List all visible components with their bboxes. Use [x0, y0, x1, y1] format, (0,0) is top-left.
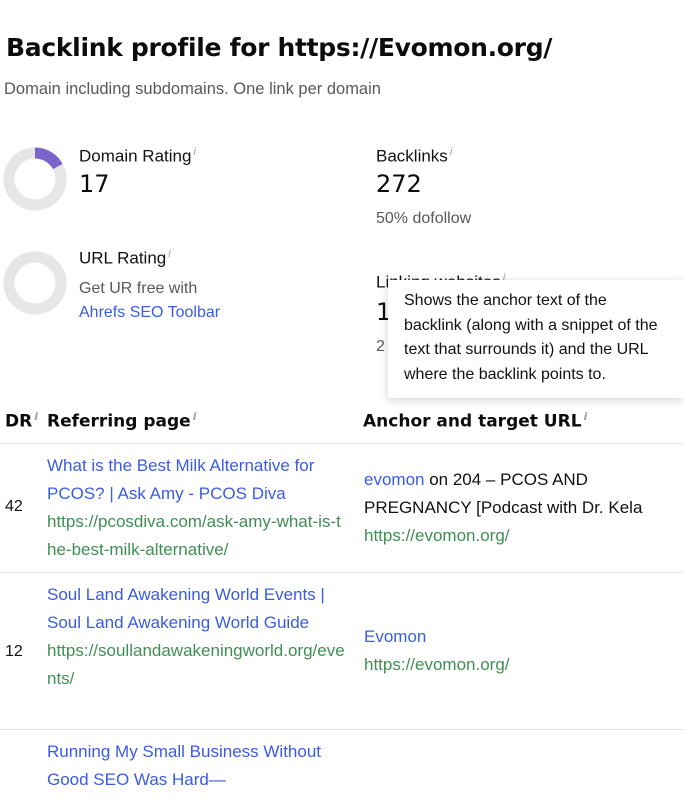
- anchor-cell: evomon on 204 – PCOS AND PREGNANCY [Podc…: [364, 466, 682, 550]
- referring-page-title[interactable]: Soul Land Awakening World Events | Soul …: [47, 581, 347, 637]
- domain-rating-value: 17: [79, 170, 110, 198]
- anchor-tooltip: Shows the anchor text of the backlink (a…: [388, 280, 684, 398]
- backlinks-dofollow: 50% dofollow: [376, 210, 472, 227]
- column-header-referring-page[interactable]: Referring page i: [47, 410, 196, 432]
- backlinks-value: 272: [376, 170, 422, 198]
- column-header-anchor-label: Anchor and target URL: [363, 411, 582, 432]
- referring-page-title[interactable]: What is the Best Milk Alternative for PC…: [47, 452, 347, 508]
- divider: [0, 443, 684, 444]
- info-icon[interactable]: i: [168, 248, 170, 260]
- linking-websites-sub: 2: [376, 338, 385, 355]
- domain-rating-block: Domain Rating i: [79, 146, 196, 166]
- info-icon[interactable]: i: [193, 410, 197, 423]
- url-rating-label: URL Rating: [79, 248, 167, 268]
- gauge-fill: [34, 147, 63, 170]
- divider: [0, 729, 684, 730]
- row-dr: 12: [5, 643, 23, 660]
- row-dr: 42: [5, 498, 23, 515]
- page-subtitle: Domain including subdomains. One link pe…: [4, 80, 381, 98]
- referring-page-title[interactable]: Running My Small Business Without Good S…: [47, 738, 347, 794]
- info-icon[interactable]: i: [450, 146, 452, 158]
- referring-page-url[interactable]: https://pcosdiva.com/ask-amy-what-is-the…: [47, 508, 347, 564]
- backlinks-block: Backlinks i: [376, 146, 452, 166]
- ahrefs-toolbar-link[interactable]: Ahrefs SEO Toolbar: [79, 304, 220, 322]
- anchor-text[interactable]: evomon: [364, 470, 424, 489]
- domain-rating-gauge: [3, 147, 67, 211]
- info-icon[interactable]: i: [193, 146, 195, 158]
- url-rating-gauge: [3, 251, 67, 315]
- column-header-dr-label: DR: [5, 411, 33, 432]
- table-row: 12 Soul Land Awakening World Events | So…: [0, 581, 684, 727]
- anchor-text[interactable]: Evomon: [364, 627, 426, 646]
- column-header-referring-page-label: Referring page: [47, 411, 191, 432]
- target-url[interactable]: https://evomon.org/: [364, 651, 682, 679]
- url-rating-note: Get UR free with: [79, 280, 198, 297]
- target-url[interactable]: https://evomon.org/: [364, 522, 682, 550]
- anchor-cell: Evomon https://evomon.org/: [364, 623, 682, 679]
- gauge-track: [3, 251, 67, 315]
- domain-rating-label: Domain Rating: [79, 146, 192, 166]
- info-icon[interactable]: i: [34, 410, 38, 423]
- column-header-dr[interactable]: DR i: [5, 410, 38, 432]
- referring-page-url[interactable]: https://soullandawakeningworld.org/event…: [47, 637, 347, 693]
- info-icon[interactable]: i: [584, 410, 588, 423]
- url-rating-block: URL Rating i: [79, 248, 171, 268]
- backlinks-label: Backlinks: [376, 146, 448, 166]
- divider: [0, 572, 684, 573]
- page-title: Backlink profile for https://Evomon.org/: [6, 33, 553, 62]
- column-header-anchor[interactable]: Anchor and target URL i: [363, 410, 587, 432]
- table-row: Running My Small Business Without Good S…: [0, 738, 684, 800]
- table-row: 42 What is the Best Milk Alternative for…: [0, 452, 684, 572]
